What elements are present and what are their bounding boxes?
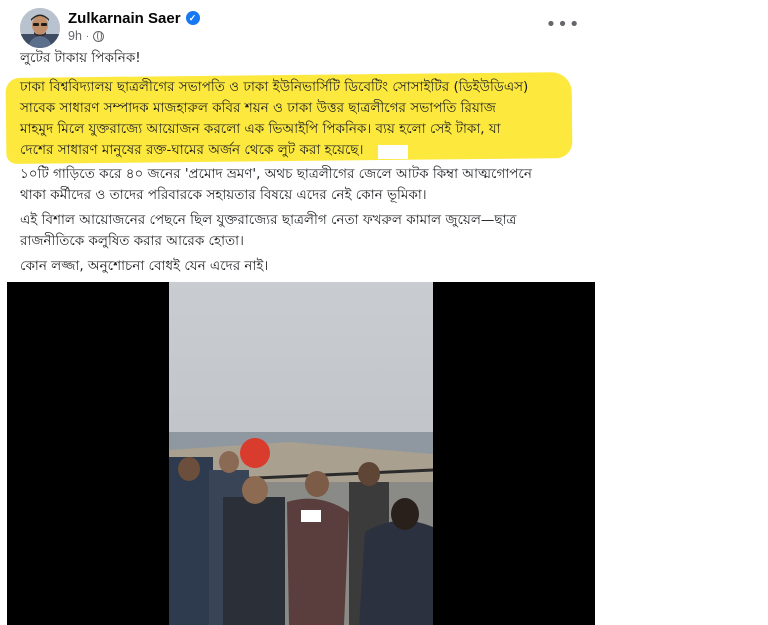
more-options-icon: ••• — [545, 13, 581, 35]
video-frame — [169, 282, 433, 625]
highlight-line-2: সাবেক সাধারণ সম্পাদক মাজহারুল কবির শয়ন … — [20, 100, 496, 116]
facebook-post: Zulkarnain Saer ✓ 9h · ••• লুটের টাকায় … — [0, 0, 768, 625]
post-meta: 9h · — [68, 29, 105, 43]
globe-icon[interactable] — [93, 30, 105, 42]
author-avatar[interactable] — [20, 8, 60, 48]
paragraph-4-line-1: কোন লজ্জা, অনুশোচনা বোধই যেন এদের নাই। — [20, 258, 269, 274]
post-title-line: লুটের টাকায় পিকনিক! — [20, 50, 141, 66]
paragraph-2-line-1: ১০টি গাড়িতে করে ৪০ জনের 'প্রমোদ ভ্রমণ',… — [20, 166, 532, 182]
post-time[interactable]: 9h — [68, 29, 82, 43]
highlight-line-3: মাহমুদ মিলে যুক্তরাজ্যে আয়োজন করলো এক ভ… — [20, 121, 501, 137]
highlight-line-4: দেশের সাধারণ মানুষের রক্ত-ঘামের অর্জন থে… — [20, 142, 364, 158]
video-player[interactable] — [7, 282, 595, 625]
more-options-button[interactable]: ••• — [546, 14, 580, 35]
verified-badge-icon: ✓ — [185, 11, 200, 25]
separator-dot: · — [85, 30, 90, 42]
author-name[interactable]: Zulkarnain Saer — [68, 10, 181, 27]
paragraph-3-line-1: এই বিশাল আয়োজনের পেছনে ছিল যুক্তরাজ্যের… — [20, 212, 517, 228]
paragraph-3-line-2: রাজনীতিকে কলুষিত করার আরেক হোতা। — [20, 233, 244, 249]
author-row: Zulkarnain Saer ✓ — [68, 9, 200, 27]
highlight-line-1: ঢাকা বিশ্ববিদ্যালয় ছাত্রলীগের সভাপতি ও … — [20, 79, 529, 95]
paragraph-2-line-2: থাকা কর্মীদের ও তাদের পরিবারকে সহায়তার … — [20, 187, 427, 203]
avatar-image — [20, 8, 60, 48]
red-balloon — [240, 438, 270, 468]
